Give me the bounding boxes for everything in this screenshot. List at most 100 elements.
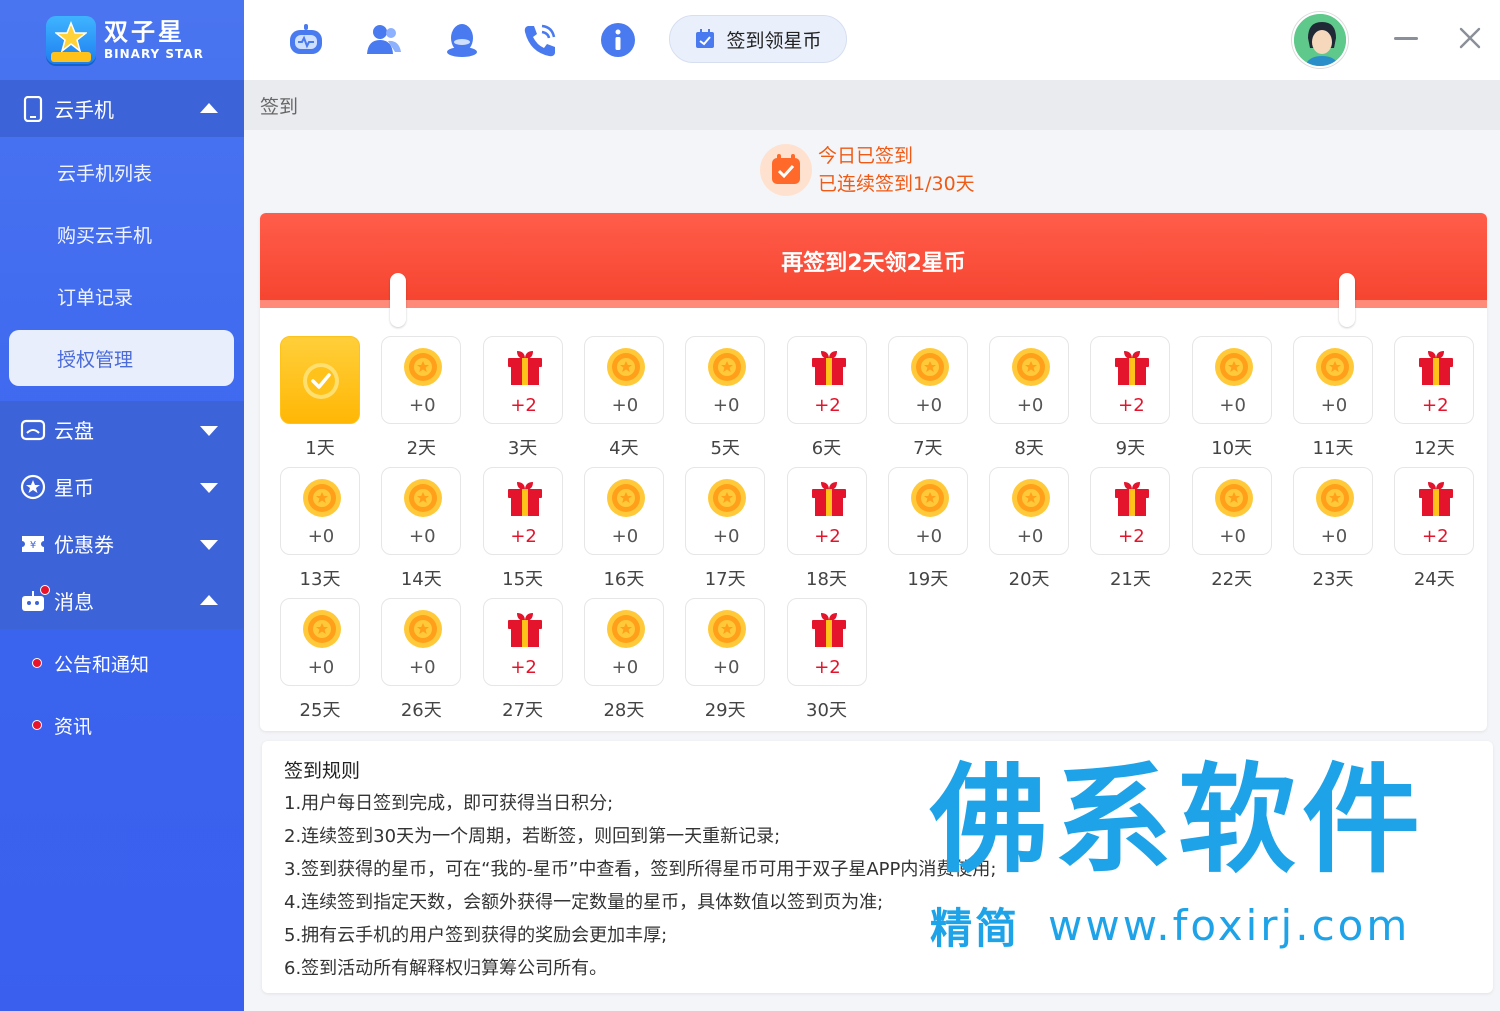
coin-icon xyxy=(404,348,443,386)
nav-coupon[interactable]: ¥ 优惠券 xyxy=(0,515,244,572)
day-label: 21天 xyxy=(1109,569,1151,590)
gift-icon xyxy=(507,613,542,647)
checkin-day: +0 22天 xyxy=(1191,467,1272,591)
sidebar-item-announcements[interactable]: 公告和通知 xyxy=(0,638,244,688)
day-reward: +0 xyxy=(1219,526,1246,547)
checkin-day-tile: +2 xyxy=(482,467,563,555)
day-label: 29天 xyxy=(704,700,746,721)
nav-cloud-disk[interactable]: 云盘 xyxy=(0,401,244,458)
coin-icon xyxy=(708,479,747,517)
checked-calendar-icon xyxy=(760,144,812,196)
checkin-day-tile: +0 xyxy=(989,467,1070,555)
checkin-day: +0 23天 xyxy=(1293,467,1373,591)
sidebar-item-auth-management[interactable]: 授权管理 xyxy=(9,330,234,386)
day-reward: +2 xyxy=(814,657,841,678)
day-reward: +0 xyxy=(1320,526,1348,547)
sidebar-item-label: 公告和通知 xyxy=(54,653,150,676)
checkin-day-tile: +2 xyxy=(786,336,867,424)
checkin-day: +0 28天 xyxy=(583,598,664,722)
calendar-ring-left xyxy=(390,273,406,327)
avatar[interactable] xyxy=(1292,12,1348,68)
close-icon[interactable] xyxy=(1458,26,1482,50)
checkin-day-tile: +0 xyxy=(1293,467,1373,555)
day-reward: +2 xyxy=(1118,395,1145,416)
checked-coin-icon xyxy=(303,363,339,399)
checkin-day: +0 13天 xyxy=(280,467,360,591)
streak-text: 已连续签到1/30天 xyxy=(818,173,975,195)
rule-line: 6.签到活动所有解释权归算筹公司所有。 xyxy=(284,958,608,979)
checkin-day: 1天 xyxy=(280,336,360,460)
coin-icon xyxy=(303,479,341,517)
coin-icon xyxy=(910,348,949,386)
day-label: 15天 xyxy=(502,569,544,590)
checkin-day-tile: +2 xyxy=(1090,467,1171,555)
coin-icon xyxy=(1012,479,1051,517)
checkin-day-tile: +0 xyxy=(989,336,1070,424)
checkin-day: +2 12天 xyxy=(1394,336,1475,460)
users-icon[interactable] xyxy=(364,20,404,60)
day-reward: +0 xyxy=(915,526,943,547)
checkin-calendar-card: 再签到2天领2星币 1天 +0 2天 +2 3天 +0 4天 +0 5天 +2 6天 +0 7天 +0 8天… xyxy=(260,213,1487,731)
top-bar: 签到领星币 xyxy=(244,0,1500,80)
day-label: 2天 xyxy=(406,438,437,459)
day-label: 5天 xyxy=(710,438,740,459)
robot-icon[interactable] xyxy=(286,20,326,60)
breadcrumb: 签到 xyxy=(244,80,1500,130)
sidebar-item-buy-cloud-phone[interactable]: 购买云手机 xyxy=(0,206,244,262)
checkin-day-tile: +0 xyxy=(685,598,766,686)
sidebar: 双子星 BINARY STAR 云手机 云手机列表 购买云手机 订单记录 授权管… xyxy=(0,0,244,1011)
day-reward: +2 xyxy=(510,657,537,678)
gift-icon xyxy=(507,482,542,516)
day-label: 17天 xyxy=(704,569,746,590)
day-reward: +0 xyxy=(1219,395,1246,416)
coin-icon xyxy=(404,479,443,517)
checkin-day-tile: +0 xyxy=(583,467,664,555)
svg-text:¥: ¥ xyxy=(30,540,36,551)
day-label: 10天 xyxy=(1211,438,1253,459)
checkin-day-tile: +0 xyxy=(280,598,360,686)
checkin-banner: 再签到2天领2星币 xyxy=(260,213,1487,308)
day-reward: +0 xyxy=(611,395,639,416)
rules-title: 签到规则 xyxy=(284,760,361,782)
checkin-day-tile: +0 xyxy=(381,467,462,555)
day-reward: +0 xyxy=(611,526,639,547)
sidebar-item-news[interactable]: 资讯 xyxy=(0,700,244,750)
chevron-up-icon xyxy=(200,594,218,605)
brand-logo[interactable]: 双子星 BINARY STAR xyxy=(46,14,204,66)
day-reward: +2 xyxy=(814,526,841,547)
coin-icon xyxy=(708,610,747,648)
nav-star-coin[interactable]: 星币 xyxy=(0,458,244,515)
day-reward: +0 xyxy=(307,657,335,678)
checkin-day-tile: +2 xyxy=(1090,336,1171,424)
checkin-day: +2 18天 xyxy=(786,467,867,591)
day-reward: +2 xyxy=(510,526,537,547)
gift-icon xyxy=(1419,351,1454,385)
nav-coupon-label: 优惠券 xyxy=(54,533,114,557)
unread-dot xyxy=(32,720,42,730)
day-reward: +0 xyxy=(307,526,335,547)
info-icon[interactable] xyxy=(598,20,638,60)
qq-penguin-icon[interactable] xyxy=(442,20,482,60)
unread-dot xyxy=(32,658,42,668)
day-label: 19天 xyxy=(907,569,949,590)
day-label: 8天 xyxy=(1014,438,1044,459)
sidebar-item-order-records[interactable]: 订单记录 xyxy=(0,268,244,324)
checkin-day-tile: +2 xyxy=(786,598,867,686)
nav-cloud-phone[interactable]: 云手机 xyxy=(0,80,244,137)
day-reward: +0 xyxy=(712,395,740,416)
chevron-down-icon xyxy=(200,482,218,493)
coin-icon xyxy=(1316,479,1354,517)
nav-messages[interactable]: 消息 xyxy=(0,572,244,629)
coin-icon xyxy=(606,610,645,648)
calendar-ring-right xyxy=(1339,273,1355,327)
rule-line: 2.连续签到30天为一个周期，若断签，则回到第一天重新记录; xyxy=(284,826,781,847)
checkin-day-tile: +0 xyxy=(1191,336,1272,424)
checkin-button[interactable]: 签到领星币 xyxy=(669,15,847,63)
checkin-day: +2 9天 xyxy=(1090,336,1171,460)
checkin-day-tile: +2 xyxy=(1394,467,1475,555)
sidebar-item-cloud-phone-list[interactable]: 云手机列表 xyxy=(0,144,244,200)
minimize-button[interactable] xyxy=(1394,37,1418,40)
nav-star-coin-label: 星币 xyxy=(54,476,94,500)
phone-icon[interactable] xyxy=(520,20,560,60)
day-reward: +0 xyxy=(409,657,436,678)
